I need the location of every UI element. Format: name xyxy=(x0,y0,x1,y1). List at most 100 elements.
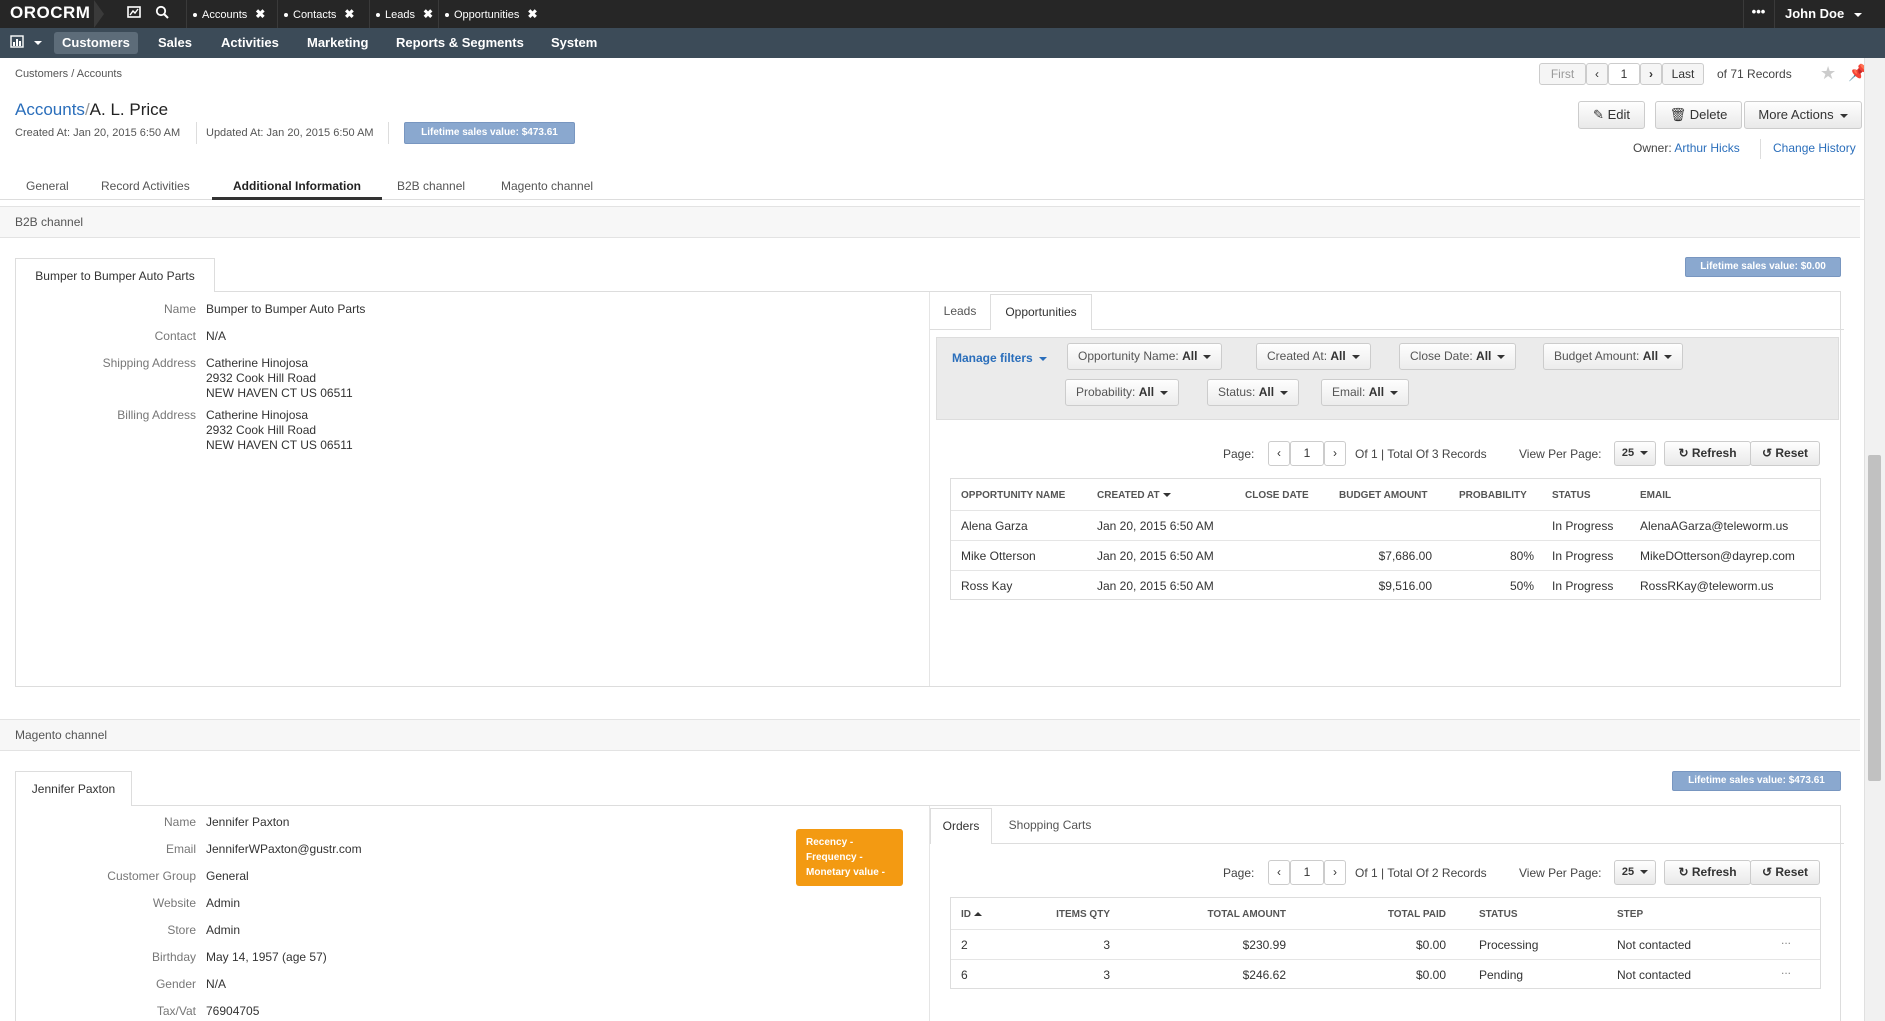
pager-prev-button[interactable]: ‹ xyxy=(1586,63,1608,85)
grid-next-button[interactable]: › xyxy=(1324,441,1346,466)
magento-section-header: Magento channel xyxy=(0,719,1860,751)
manage-filters-button[interactable]: Manage filters xyxy=(952,351,1047,365)
column-header[interactable]: Status xyxy=(1552,490,1591,501)
shipping-address: Catherine Hinojosa 2932 Cook Hill Road N… xyxy=(206,356,353,401)
chevron-down-icon xyxy=(1038,356,1047,361)
b2b-customer-tab[interactable]: Bumper to Bumper Auto Parts xyxy=(15,258,215,292)
filter-opportunity-name[interactable]: Opportunity Name: All xyxy=(1067,343,1223,370)
grid-page-label: Page: xyxy=(1223,447,1255,461)
close-icon[interactable]: ✖ xyxy=(423,7,433,21)
grid-refresh-button[interactable]: ↻ Refresh xyxy=(1664,441,1751,466)
grid-refresh-button[interactable]: ↻ Refresh xyxy=(1664,860,1751,885)
subtab-leads[interactable]: Leads xyxy=(930,294,990,329)
column-header[interactable]: Items Qty xyxy=(1056,909,1110,920)
pinned-tab-accounts[interactable]: Accounts ✖ xyxy=(186,0,271,28)
filter-close-date[interactable]: Close Date: All xyxy=(1399,343,1517,370)
pager-total: of 71 Records xyxy=(1717,67,1792,81)
chevron-down-icon[interactable] xyxy=(34,41,42,45)
subtab-orders[interactable]: Orders xyxy=(930,808,992,844)
filter-status[interactable]: Status: All xyxy=(1207,379,1300,406)
subtab-shopping-carts[interactable]: Shopping Carts xyxy=(992,808,1108,843)
pinned-tab-contacts[interactable]: Contacts ✖ xyxy=(277,0,360,28)
app-logo[interactable]: OROCRM xyxy=(10,3,90,23)
tab-additional-information[interactable]: Additional Information xyxy=(212,173,382,200)
filter-value: All xyxy=(1258,385,1275,399)
customer-email-link[interactable]: JenniferWPaxton@gustr.com xyxy=(206,842,362,857)
customer-name-link[interactable]: Jennifer Paxton xyxy=(206,815,289,830)
title-parent-link[interactable]: Accounts xyxy=(15,100,85,119)
user-menu[interactable]: John Doe xyxy=(1774,0,1872,28)
dashboard-icon[interactable] xyxy=(124,4,144,24)
cell-created: Jan 20, 2015 6:50 AM xyxy=(1097,579,1214,593)
filter-created-at[interactable]: Created At: All xyxy=(1256,343,1371,370)
nav-system[interactable]: System xyxy=(543,32,605,54)
grid-total: Of 1 | Total Of 3 Records xyxy=(1355,447,1487,461)
column-header[interactable]: Budget Amount xyxy=(1339,490,1428,501)
nav-marketing[interactable]: Marketing xyxy=(299,32,376,54)
close-icon[interactable]: ✖ xyxy=(344,7,354,21)
subtab-opportunities[interactable]: Opportunities xyxy=(990,294,1092,330)
nav-sales[interactable]: Sales xyxy=(150,32,200,54)
grid-next-button[interactable]: › xyxy=(1324,860,1346,885)
grid-prev-button[interactable]: ‹ xyxy=(1268,860,1290,885)
column-header[interactable]: Total Amount xyxy=(1207,909,1286,920)
star-icon[interactable]: ★ xyxy=(1820,63,1836,84)
column-header-sorted[interactable]: Created At xyxy=(1097,490,1171,501)
column-header[interactable]: Opportunity Name xyxy=(961,490,1065,501)
scrollbar-thumb[interactable] xyxy=(1868,455,1881,781)
owner-link[interactable]: Arthur Hicks xyxy=(1674,141,1739,155)
grid-reset-button[interactable]: ↺ Reset xyxy=(1750,441,1820,466)
pager-next-button[interactable]: › xyxy=(1640,63,1662,85)
chevron-down-icon xyxy=(1280,390,1289,395)
more-menu-icon[interactable]: ••• xyxy=(1743,0,1773,28)
tab-b2b-channel[interactable]: B2B channel xyxy=(391,173,471,200)
more-actions-button[interactable]: More Actions xyxy=(1744,101,1862,129)
close-icon[interactable]: ✖ xyxy=(255,7,265,21)
filter-email[interactable]: Email: All xyxy=(1321,379,1410,406)
per-page-select[interactable]: 25 xyxy=(1614,860,1656,885)
grid-page-input[interactable]: 1 xyxy=(1290,860,1324,885)
column-header[interactable]: Step xyxy=(1617,909,1643,920)
column-header[interactable]: Total Paid xyxy=(1388,909,1446,920)
filter-value: All xyxy=(1138,385,1155,399)
field-label: Tax/Vat xyxy=(156,1004,196,1018)
grid-page-input[interactable]: 1 xyxy=(1290,441,1324,466)
tab-magento-channel[interactable]: Magento channel xyxy=(495,173,599,200)
report-icon[interactable] xyxy=(10,35,26,52)
edit-button[interactable]: ✎ Edit xyxy=(1578,101,1645,129)
b2b-name-link[interactable]: Bumper to Bumper Auto Parts xyxy=(206,302,365,317)
nav-reports[interactable]: Reports & Segments xyxy=(388,32,532,54)
sort-asc-icon xyxy=(974,912,982,917)
pager-last-button[interactable]: Last xyxy=(1662,63,1704,85)
pager-first-button[interactable]: First xyxy=(1539,63,1586,85)
filter-budget-amount[interactable]: Budget Amount: All xyxy=(1543,343,1684,370)
tab-record-activities[interactable]: Record Activities xyxy=(95,173,196,200)
column-header[interactable]: Close Date xyxy=(1245,490,1309,501)
tab-general[interactable]: General xyxy=(20,173,75,200)
grid-reset-button[interactable]: ↺ Reset xyxy=(1750,860,1820,885)
grid-prev-button[interactable]: ‹ xyxy=(1268,441,1290,466)
column-header[interactable]: Email xyxy=(1640,490,1671,501)
field-label: Email xyxy=(165,842,196,856)
column-header[interactable]: Probability xyxy=(1459,490,1527,501)
pager-page-input[interactable]: 1 xyxy=(1608,63,1640,85)
nav-customers[interactable]: Customers xyxy=(54,32,138,54)
column-header[interactable]: Status xyxy=(1479,909,1518,920)
search-icon[interactable] xyxy=(152,4,172,24)
per-page-select[interactable]: 25 xyxy=(1614,441,1656,466)
row-actions-icon[interactable]: ... xyxy=(1781,963,1791,977)
address-line: NEW HAVEN CT US 06511 xyxy=(206,386,353,400)
column-header-sorted[interactable]: ID xyxy=(961,909,982,920)
nav-activities[interactable]: Activities xyxy=(213,32,287,54)
filter-label: Probability: xyxy=(1076,385,1136,399)
magento-customer-tab[interactable]: Jennifer Paxton xyxy=(15,771,132,806)
close-icon[interactable]: ✖ xyxy=(527,7,537,21)
cell-status: Processing xyxy=(1479,938,1539,952)
field-label: Website xyxy=(152,896,196,910)
row-actions-icon[interactable]: ... xyxy=(1781,933,1791,947)
pinned-tab-opportunities[interactable]: Opportunities ✖ xyxy=(438,0,544,28)
delete-button[interactable]: 🗑 Delete xyxy=(1655,101,1742,129)
filter-probability[interactable]: Probability: All xyxy=(1065,379,1180,406)
change-history-link[interactable]: Change History xyxy=(1773,141,1856,155)
pinned-tab-leads[interactable]: Leads ✖ xyxy=(369,0,439,28)
